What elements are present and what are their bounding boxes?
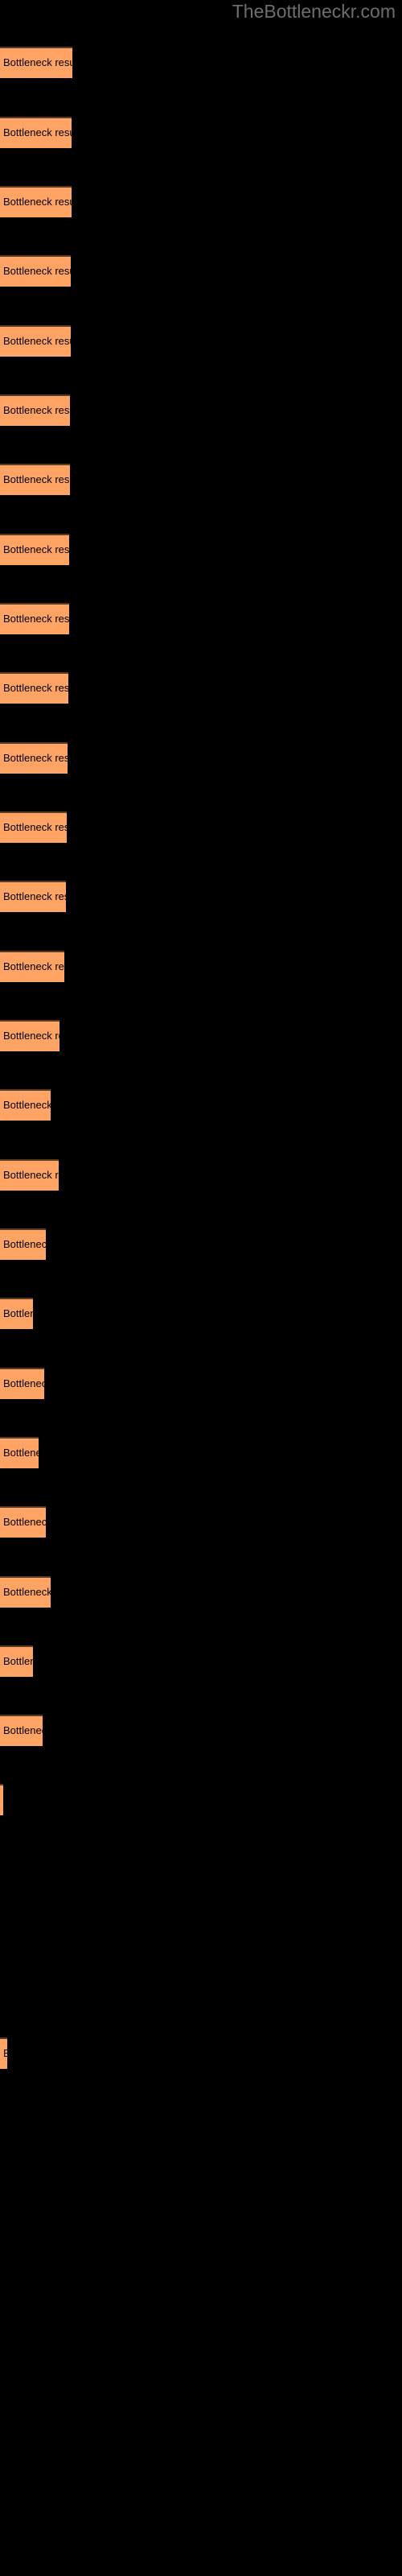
bar-row: Bottleneck result	[0, 47, 402, 78]
bar-clip: Bottleneck result	[0, 464, 70, 495]
bar	[0, 2037, 7, 2069]
bar-clip: Bottleneck result	[0, 1645, 33, 1677]
bar-clip: Bottleneck result	[0, 394, 70, 426]
bar-clip: Bottleneck result	[0, 1228, 46, 1260]
bar-row: Bottleneck result	[0, 1089, 402, 1121]
bar-clip: Bottleneck result	[0, 1159, 59, 1191]
bar-row: Bottleneck result	[0, 2037, 402, 2069]
bar-row: Bottleneck result	[0, 1020, 402, 1051]
bar-clip: Bottleneck result	[0, 881, 66, 912]
bar-row: Bottleneck result	[0, 1159, 402, 1191]
bar	[0, 881, 66, 912]
bar-clip: Bottleneck result	[0, 47, 72, 78]
bar	[0, 1506, 46, 1538]
bar-row: Bottleneck result	[0, 672, 402, 704]
bar	[0, 1159, 59, 1191]
bar	[0, 742, 68, 774]
bar-clip: Bottleneck result	[0, 1437, 39, 1468]
bar-clip: Bottleneck result	[0, 534, 69, 565]
bar	[0, 1645, 33, 1677]
bar-row: Bottleneck result	[0, 951, 402, 982]
bar-clip: Bottleneck result	[0, 2037, 7, 2069]
bar-row: Bottleneck result	[0, 742, 402, 774]
bar-clip: Bottleneck result	[0, 1715, 43, 1746]
plot-area: Bottleneck result Bottleneck result Bottle…	[0, 0, 402, 2576]
bar-clip: Bottleneck result	[0, 117, 72, 148]
bar	[0, 811, 67, 843]
bar-clip: Bottleneck result	[0, 186, 72, 217]
bar-row: Bottleneck result	[0, 394, 402, 426]
bar	[0, 325, 71, 357]
bar	[0, 1784, 3, 1815]
bar-row: Bottleneck result	[0, 1368, 402, 1399]
bar-row: Bottleneck result	[0, 1576, 402, 1608]
bar	[0, 1228, 46, 1260]
bar	[0, 1368, 44, 1399]
bar-row: Bottleneck result	[0, 186, 402, 217]
bar	[0, 47, 72, 78]
bar-row: Bottleneck result	[0, 811, 402, 843]
bar-clip: Bottleneck result	[0, 1576, 51, 1608]
bar-clip: Bottleneck result	[0, 1784, 3, 1815]
bar	[0, 1298, 33, 1329]
bar-row: Bottleneck result	[0, 255, 402, 287]
bar-row: Bottleneck result	[0, 534, 402, 565]
bar-clip: Bottleneck result	[0, 672, 68, 704]
bar-clip: Bottleneck result	[0, 1020, 59, 1051]
bar	[0, 117, 72, 148]
bar	[0, 603, 69, 634]
bar	[0, 1020, 59, 1051]
bar-clip: Bottleneck result	[0, 1506, 46, 1538]
bar	[0, 1715, 43, 1746]
bar-row: Bottleneck result	[0, 1645, 402, 1677]
bar-row: Bottleneck result	[0, 1228, 402, 1260]
bar-row: Bottleneck result	[0, 325, 402, 357]
bar	[0, 534, 69, 565]
bar-clip: Bottleneck result	[0, 1368, 44, 1399]
bar	[0, 464, 70, 495]
bar-clip: Bottleneck result	[0, 811, 67, 843]
bar-clip: Bottleneck result	[0, 951, 64, 982]
bar	[0, 1437, 39, 1468]
bar-row: Bottleneck result	[0, 603, 402, 634]
bottleneck-chart: TheBottleneckr.com Bottleneck resultBott…	[0, 0, 402, 2576]
bar-clip: Bottleneck result	[0, 325, 71, 357]
bar-row: Bottleneck result	[0, 1437, 402, 1468]
bar-row: Bottleneck result	[0, 1298, 402, 1329]
bar	[0, 255, 71, 287]
bar-row: Bottleneck result	[0, 117, 402, 148]
bar	[0, 672, 68, 704]
bar-row: Bottleneck result	[0, 1784, 402, 1815]
bar-row: Bottleneck result	[0, 1506, 402, 1538]
bar-clip: Bottleneck result	[0, 742, 68, 774]
bar-row: Bottleneck result	[0, 464, 402, 495]
bar	[0, 394, 70, 426]
bar-row: Bottleneck result	[0, 881, 402, 912]
bar-clip: Bottleneck result	[0, 255, 71, 287]
bar-clip: Bottleneck result	[0, 1298, 33, 1329]
bar	[0, 1089, 51, 1121]
bar-clip: Bottleneck result	[0, 603, 69, 634]
bar-row: Bottleneck result	[0, 1715, 402, 1746]
bar	[0, 951, 64, 982]
bar-clip: Bottleneck result	[0, 1089, 51, 1121]
bar	[0, 186, 72, 217]
bar	[0, 1576, 51, 1608]
